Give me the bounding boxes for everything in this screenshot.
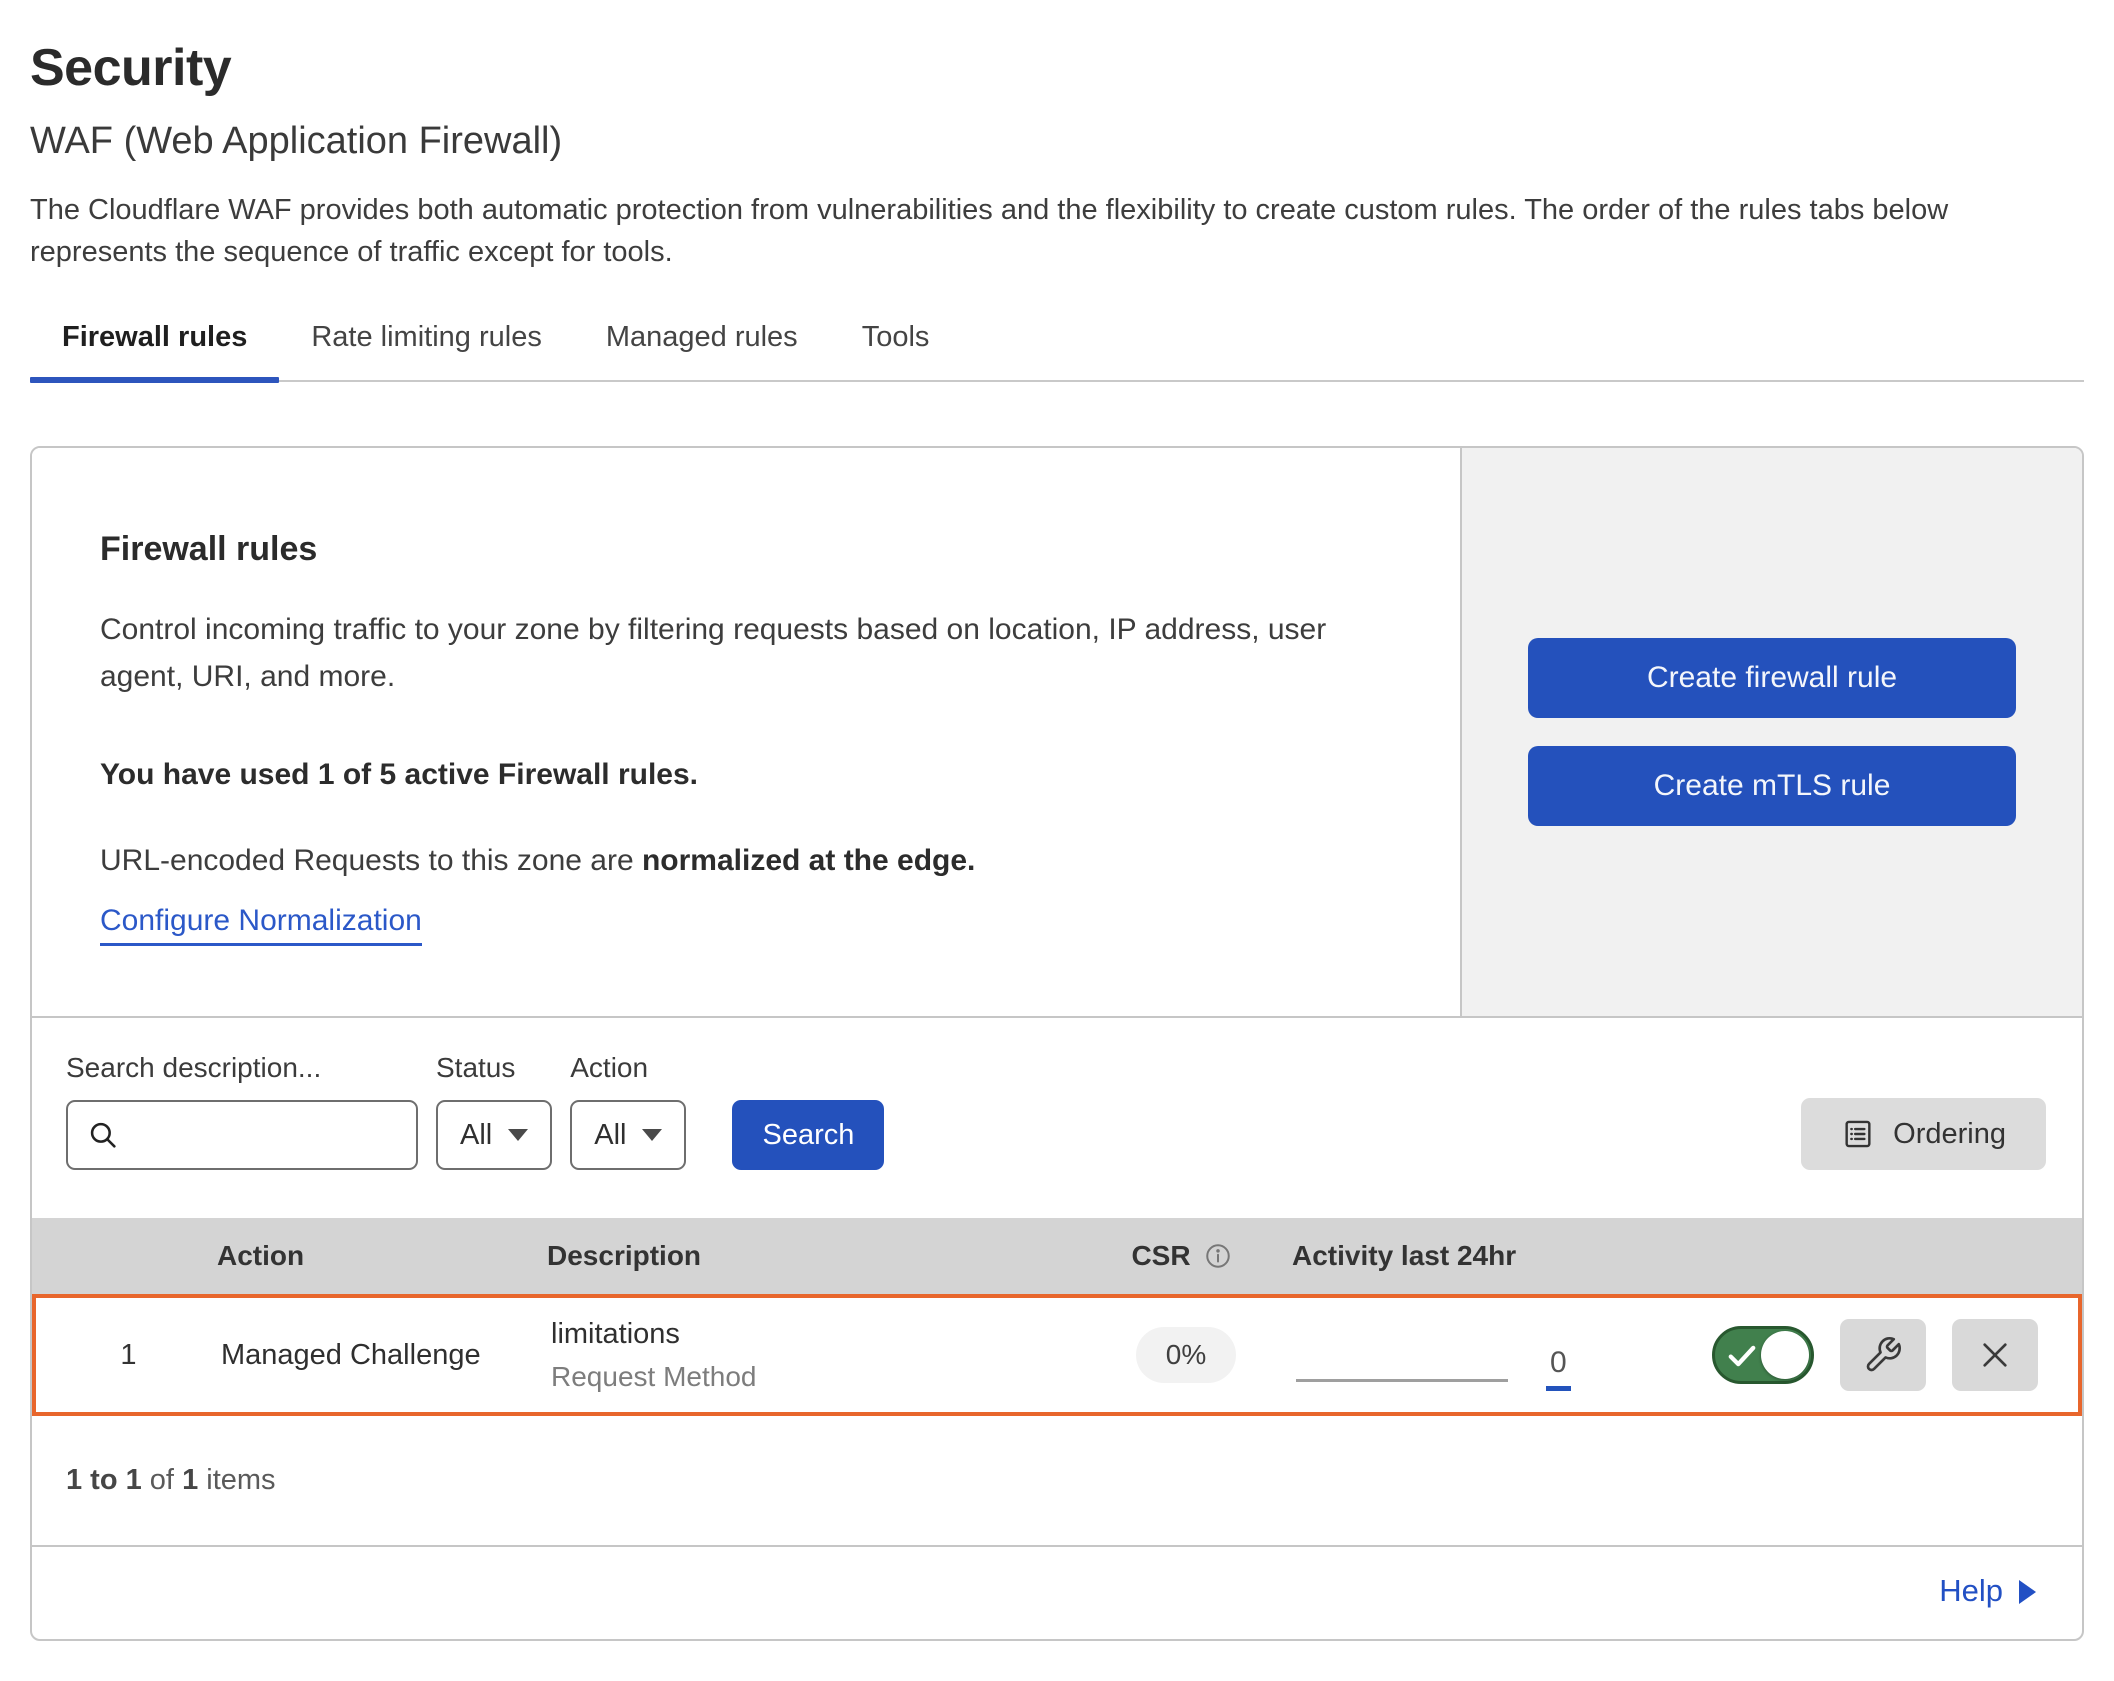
info-icon[interactable] bbox=[1203, 1241, 1233, 1271]
rules-tabs: Firewall rules Rate limiting rules Manag… bbox=[30, 321, 2084, 382]
firewall-rules-summary: Firewall rules Control incoming traffic … bbox=[32, 448, 1460, 1016]
wrench-icon bbox=[1863, 1335, 1903, 1375]
page-subtitle: WAF (Web Application Firewall) bbox=[30, 120, 2084, 163]
pagination-total: 1 bbox=[182, 1464, 198, 1496]
status-label: Status bbox=[436, 1052, 552, 1084]
edit-rule-button[interactable] bbox=[1840, 1319, 1926, 1391]
security-waf-page: Security WAF (Web Application Firewall) … bbox=[0, 0, 2114, 1681]
col-activity-header: Activity last 24hr bbox=[1292, 1240, 1642, 1272]
chevron-down-icon bbox=[508, 1129, 528, 1141]
usage-text: You have used 1 of 5 active Firewall rul… bbox=[100, 758, 1390, 792]
table-header: Action Description CSR Activity last 24h… bbox=[32, 1218, 2082, 1294]
tab-tools[interactable]: Tools bbox=[830, 321, 962, 380]
normalization-text-plain: URL-encoded Requests to this zone are bbox=[100, 844, 642, 877]
col-description-header: Description bbox=[522, 1240, 1072, 1272]
col-action-header: Action bbox=[192, 1240, 522, 1272]
status-group: Status All bbox=[436, 1052, 552, 1170]
search-input[interactable] bbox=[132, 1119, 398, 1151]
row-description-cell: limitations Request Method bbox=[526, 1318, 1076, 1393]
help-link[interactable]: Help bbox=[1939, 1573, 2036, 1609]
page-description: The Cloudflare WAF provides both automat… bbox=[30, 189, 2040, 273]
pagination-items: items bbox=[198, 1464, 275, 1496]
panel-description: Control incoming traffic to your zone by… bbox=[100, 607, 1390, 700]
search-icon bbox=[86, 1118, 120, 1152]
search-button[interactable]: Search bbox=[732, 1100, 884, 1170]
activity-count-link[interactable]: 0 bbox=[1546, 1346, 1571, 1391]
delete-rule-button[interactable] bbox=[1952, 1319, 2038, 1391]
ordering-list-icon bbox=[1841, 1117, 1875, 1151]
normalization-text: URL-encoded Requests to this zone are no… bbox=[100, 844, 1390, 878]
row-index: 1 bbox=[36, 1339, 196, 1372]
csr-badge: 0% bbox=[1136, 1327, 1236, 1383]
help-row: Help bbox=[32, 1547, 2082, 1639]
search-group: Search description... bbox=[66, 1052, 418, 1170]
tab-rate-limiting-rules[interactable]: Rate limiting rules bbox=[279, 321, 573, 380]
panel-heading: Firewall rules bbox=[100, 530, 1390, 569]
help-link-label: Help bbox=[1939, 1573, 2003, 1609]
pagination-range: 1 to 1 bbox=[66, 1464, 142, 1496]
activity-sparkline bbox=[1296, 1379, 1508, 1382]
help-arrow-icon bbox=[2019, 1580, 2036, 1604]
card-actions-panel: Create firewall rule Create mTLS rule bbox=[1460, 448, 2082, 1016]
firewall-rules-card: Firewall rules Control incoming traffic … bbox=[30, 446, 2084, 1641]
row-action: Managed Challenge bbox=[196, 1339, 526, 1372]
status-dropdown-value: All bbox=[460, 1119, 492, 1152]
pagination-of: of bbox=[142, 1464, 182, 1496]
ordering-button[interactable]: Ordering bbox=[1801, 1098, 2046, 1170]
normalization-text-bold: normalized at the edge. bbox=[642, 844, 975, 877]
col-csr-header: CSR bbox=[1072, 1240, 1292, 1272]
search-label: Search description... bbox=[66, 1052, 418, 1084]
col-csr-header-label: CSR bbox=[1131, 1240, 1190, 1272]
chevron-down-icon bbox=[642, 1129, 662, 1141]
filter-bar: Search description... Status All bbox=[32, 1018, 2082, 1218]
row-csr-cell: 0% bbox=[1076, 1327, 1296, 1383]
action-group: Action All bbox=[570, 1052, 686, 1170]
row-controls bbox=[1646, 1319, 2078, 1391]
toggle-knob bbox=[1761, 1331, 1809, 1379]
tab-managed-rules[interactable]: Managed rules bbox=[574, 321, 830, 380]
create-firewall-rule-button[interactable]: Create firewall rule bbox=[1528, 638, 2016, 718]
tab-firewall-rules[interactable]: Firewall rules bbox=[30, 321, 279, 380]
close-icon bbox=[1976, 1336, 2014, 1374]
action-dropdown-value: All bbox=[594, 1119, 626, 1152]
card-top-section: Firewall rules Control incoming traffic … bbox=[32, 448, 2082, 1018]
create-mtls-rule-button[interactable]: Create mTLS rule bbox=[1528, 746, 2016, 826]
rule-enabled-toggle[interactable] bbox=[1712, 1326, 1814, 1384]
action-dropdown[interactable]: All bbox=[570, 1100, 686, 1170]
configure-normalization-link[interactable]: Configure Normalization bbox=[100, 904, 422, 946]
search-box bbox=[66, 1100, 418, 1170]
row-description: limitations bbox=[551, 1318, 1076, 1351]
check-icon bbox=[1727, 1343, 1757, 1377]
ordering-button-label: Ordering bbox=[1893, 1118, 2006, 1151]
status-dropdown[interactable]: All bbox=[436, 1100, 552, 1170]
pagination-summary: 1 to 1 of 1 items bbox=[32, 1416, 2082, 1547]
row-activity-cell: 0 bbox=[1296, 1320, 1646, 1391]
table-row: 1 Managed Challenge limitations Request … bbox=[32, 1294, 2082, 1416]
page-title: Security bbox=[30, 38, 2084, 98]
row-description-sub: Request Method bbox=[551, 1361, 1076, 1393]
action-label: Action bbox=[570, 1052, 686, 1084]
